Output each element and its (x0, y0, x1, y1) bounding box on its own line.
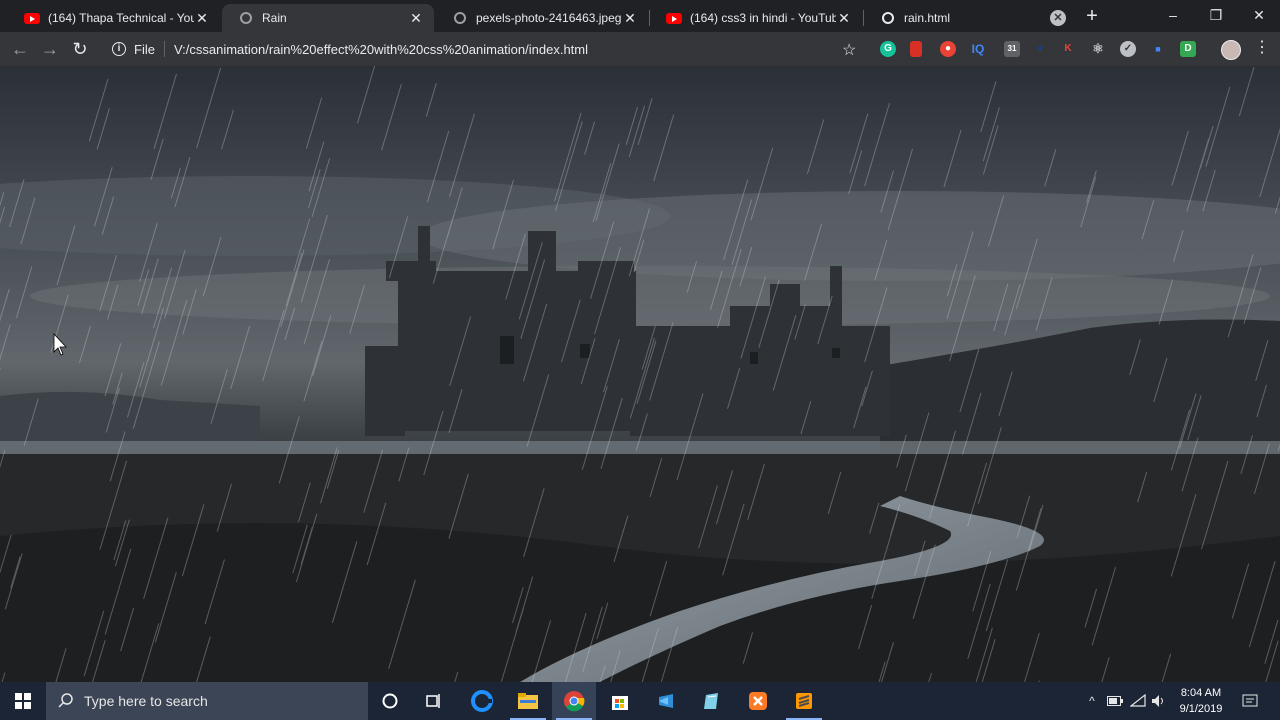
action-center-icon[interactable] (1238, 682, 1262, 720)
bookmark-ext-icon[interactable] (910, 41, 922, 57)
sublime-icon[interactable] (782, 682, 826, 720)
info-icon[interactable]: i (112, 42, 126, 56)
youtube-icon (24, 10, 40, 26)
tab-rain-html[interactable]: rain.html ✕ (864, 4, 1076, 32)
check-ext-icon[interactable]: ✓ (1120, 41, 1136, 57)
vscode-icon[interactable] (644, 682, 688, 720)
rain-scene-page (0, 66, 1280, 682)
tray-chevron-icon[interactable]: ^ (1084, 682, 1100, 720)
restore-button[interactable]: ❐ (1195, 0, 1237, 30)
tab-title: pexels-photo-2416463.jpeg (1 (476, 11, 622, 25)
search-icon (58, 693, 74, 709)
close-tab-icon[interactable]: ✕ (194, 10, 210, 26)
system-clock[interactable]: 8:04 AM 9/1/2019 (1170, 685, 1232, 717)
volume-icon[interactable] (1150, 682, 1168, 720)
close-tab-icon[interactable]: ✕ (1050, 10, 1066, 26)
d-ext-icon[interactable]: D (1180, 41, 1196, 57)
square-ext-icon[interactable]: ■ (1150, 41, 1166, 57)
tab-title: Rain (262, 11, 287, 25)
tab-title: (164) Thapa Technical - YouTube (48, 11, 194, 25)
globe-icon (452, 10, 468, 26)
tab-pexels-photo[interactable]: pexels-photo-2416463.jpeg (1 ✕ (436, 4, 648, 32)
xampp-icon[interactable] (736, 682, 780, 720)
grammarly-icon[interactable]: G (880, 41, 896, 57)
windows-logo-icon (15, 693, 31, 709)
chrome-menu-button[interactable]: ⋮ (1254, 40, 1270, 58)
chrome-icon[interactable] (552, 682, 596, 720)
minimize-button[interactable]: – (1152, 0, 1194, 30)
globe-icon (238, 10, 254, 26)
file-explorer-icon[interactable] (506, 682, 550, 720)
network-icon[interactable] (1128, 682, 1148, 720)
bookmark-star-icon[interactable]: ☆ (842, 40, 856, 60)
blue-ext-icon[interactable]: ● (1032, 41, 1048, 57)
record-ext-icon[interactable]: ● (940, 41, 956, 57)
cortana-icon[interactable] (368, 682, 412, 720)
browser-toolbar: ← → ↻ i File V:/cssanimation/rain%20effe… (0, 32, 1280, 66)
tab-css3-hindi[interactable]: (164) css3 in hindi - YouTube ✕ (650, 4, 862, 32)
url-text[interactable]: V:/cssanimation/rain%20effect%20with%20c… (174, 42, 588, 57)
notepad-icon[interactable] (690, 682, 734, 720)
close-tab-icon[interactable]: ✕ (622, 10, 638, 26)
clock-date: 9/1/2019 (1179, 703, 1223, 715)
scheme-label: File (134, 41, 155, 57)
tab-rain[interactable]: Rain ✕ (222, 4, 434, 32)
tab-thapa-technical[interactable]: (164) Thapa Technical - YouTube ✕ (8, 4, 220, 32)
close-window-button[interactable]: ✕ (1238, 0, 1280, 30)
youtube-icon (666, 10, 682, 26)
clock-time: 8:04 AM (1180, 687, 1222, 699)
browser-tab-strip: (164) Thapa Technical - YouTube ✕ Rain ✕… (0, 0, 1280, 32)
globe-icon (880, 10, 896, 26)
calendar-ext-icon[interactable]: 31 (1004, 41, 1020, 57)
omnibox-divider (163, 41, 165, 57)
start-button[interactable] (0, 682, 46, 720)
address-bar[interactable]: i File V:/cssanimation/rain%20effect%20w… (104, 36, 868, 62)
search-placeholder: Type here to search (84, 693, 208, 709)
lake-strip (0, 441, 1280, 455)
close-tab-icon[interactable]: ✕ (836, 10, 852, 26)
react-ext-icon[interactable]: ⚛ (1090, 41, 1106, 57)
k-ext-icon[interactable]: K (1060, 41, 1076, 57)
windows-taskbar: Type here to search ^ 8:04 AM 9/1/2019 (0, 682, 1280, 720)
tab-title: rain.html (904, 11, 951, 25)
taskbar-search-box[interactable]: Type here to search (46, 682, 368, 720)
battery-icon[interactable] (1106, 682, 1124, 720)
reload-button[interactable]: ↻ (68, 37, 92, 61)
forward-button[interactable]: → (38, 37, 62, 61)
task-view-icon[interactable] (412, 682, 456, 720)
store-icon[interactable] (598, 682, 642, 720)
cloud (30, 266, 1270, 326)
profile-avatar[interactable] (1221, 40, 1241, 60)
new-tab-button[interactable]: + (1082, 6, 1102, 26)
close-tab-icon[interactable]: ✕ (408, 10, 424, 26)
edge-icon[interactable] (460, 682, 504, 720)
back-button[interactable]: ← (8, 37, 32, 61)
tab-title: (164) css3 in hindi - YouTube (690, 11, 836, 25)
iq-ext-icon[interactable]: IQ (970, 41, 986, 57)
rain-scene-illustration (0, 66, 1280, 682)
